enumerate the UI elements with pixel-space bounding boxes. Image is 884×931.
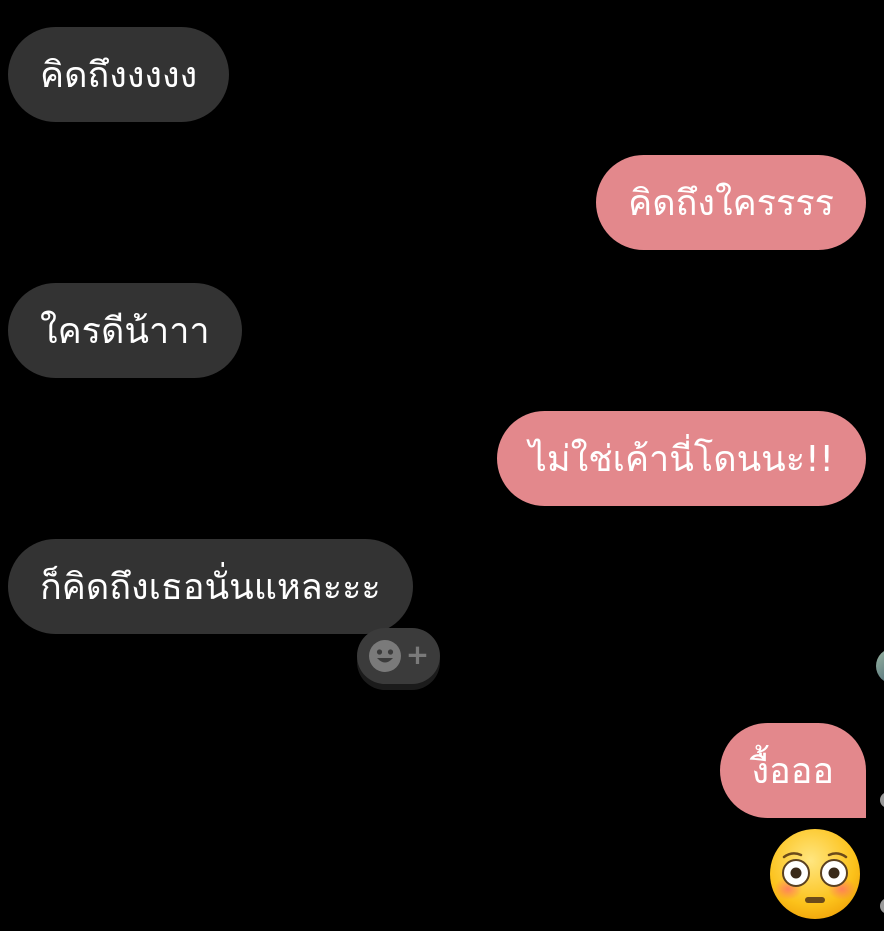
avatar[interactable] — [876, 648, 884, 684]
message-text: คิดถึงงงงง — [40, 55, 198, 96]
read-receipt-icon — [880, 792, 884, 808]
message-bubble-incoming[interactable]: คิดถึงงงงง — [8, 27, 230, 122]
message-bubble-outgoing[interactable]: ไม่ใช่เค้านี่โดนนะ!! — [496, 411, 866, 506]
message-bubble-outgoing[interactable]: งื้อออ — [719, 723, 866, 818]
message-bubble-incoming[interactable]: ก็คิดถึงเธอนั่นแหละะะ — [8, 539, 413, 634]
message-bubble-incoming[interactable]: ใครดีน้าาา — [8, 283, 242, 378]
message-text: งื้อออ — [751, 751, 834, 792]
message-text: ไม่ใช่เค้านี่โดนนะ!! — [528, 439, 834, 480]
message-text: ใครดีน้าาา — [40, 311, 210, 352]
message-text: ก็คิดถึงเธอนั่นแหละะะ — [40, 567, 381, 608]
message-bubble-outgoing[interactable]: คิดถึงใครรรร — [596, 155, 866, 250]
flushed-face-emoji-icon[interactable] — [768, 827, 862, 921]
message-text: คิดถึงใครรรร — [628, 183, 834, 224]
plus-icon: + — [405, 638, 430, 671]
smiley-icon — [368, 639, 402, 673]
read-receipt-icon — [880, 898, 884, 914]
add-reaction-button[interactable]: + — [357, 628, 440, 684]
